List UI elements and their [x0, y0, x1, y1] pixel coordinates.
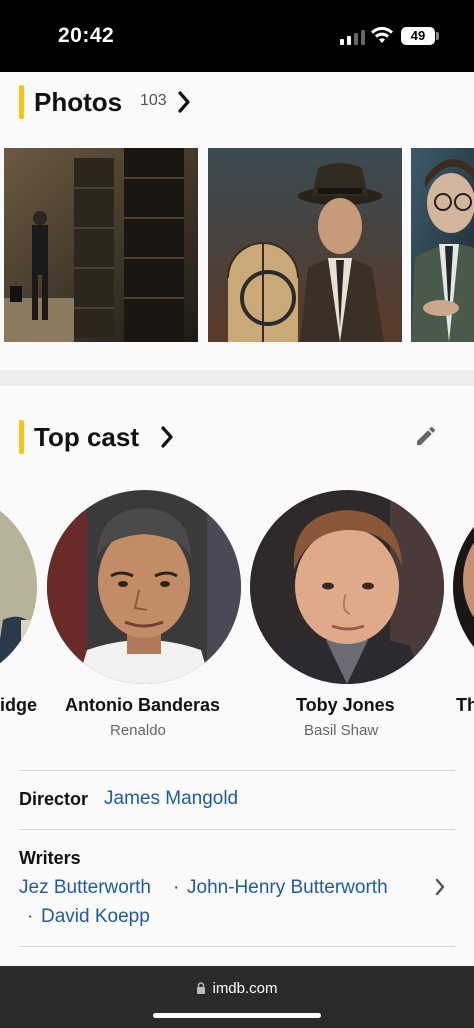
cast-photo-partial-left[interactable] — [0, 490, 37, 684]
separator-dot: · — [27, 906, 34, 927]
cast-photo-toby-jones[interactable] — [250, 490, 444, 684]
wifi-icon — [371, 26, 393, 43]
director-link[interactable]: James Mangold — [104, 788, 238, 810]
cast-accent-bar — [19, 420, 24, 454]
cast-name[interactable]: Toby Jones — [296, 695, 395, 716]
writer-link[interactable]: David Koepp — [41, 906, 150, 928]
separator-dot: · — [173, 877, 180, 898]
cast-role: Renaldo — [110, 722, 166, 739]
photos-count: 103 — [140, 92, 167, 109]
chevron-right-icon[interactable] — [160, 426, 174, 448]
cast-name-partial-left[interactable]: idge — [0, 695, 37, 716]
photos-accent-bar — [19, 85, 24, 119]
battery-indicator: 49 — [401, 27, 435, 45]
page: 20:42 49 Photos 103 Top cast idge Antoni… — [0, 0, 474, 1028]
cast-role: Basil Shaw — [304, 722, 379, 739]
cellular-signal-icon — [340, 29, 365, 45]
cast-name[interactable]: Antonio Banderas — [65, 695, 220, 716]
cast-photo-partial-right[interactable] — [453, 490, 474, 684]
writer-link[interactable]: Jez Butterworth — [19, 877, 151, 899]
edit-pencil-icon[interactable] — [414, 424, 438, 448]
writers-label: Writers — [19, 848, 81, 868]
writer-link[interactable]: John-Henry Butterworth — [187, 877, 388, 899]
url-text: imdb.com — [212, 980, 278, 997]
photos-title[interactable]: Photos — [34, 87, 122, 118]
chevron-right-icon[interactable] — [177, 91, 191, 113]
photo-glasses-man[interactable] — [411, 148, 474, 342]
top-cast-title[interactable]: Top cast — [34, 422, 139, 453]
browser-bottom-bar: imdb.com — [0, 966, 474, 1028]
divider — [19, 946, 455, 947]
director-label: Director — [19, 789, 89, 809]
lock-icon — [197, 982, 206, 994]
divider — [19, 829, 455, 830]
url-bar[interactable]: imdb.com — [0, 980, 474, 997]
photos-section: Photos 103 — [0, 72, 474, 370]
cast-name-partial-right[interactable]: Th — [456, 695, 474, 716]
writers-chevron-icon[interactable] — [434, 878, 446, 896]
status-time: 20:42 — [58, 24, 115, 47]
home-indicator[interactable] — [153, 1013, 321, 1018]
photo-hat-man[interactable] — [208, 148, 402, 342]
status-bar: 20:42 49 — [0, 0, 474, 72]
cast-photo-antonio-banderas[interactable] — [47, 490, 241, 684]
photo-archive[interactable] — [4, 148, 198, 342]
divider — [19, 770, 455, 771]
top-cast-section: Top cast idge Antonio Banderas Renaldo T… — [0, 386, 474, 966]
battery-cap — [436, 32, 439, 40]
